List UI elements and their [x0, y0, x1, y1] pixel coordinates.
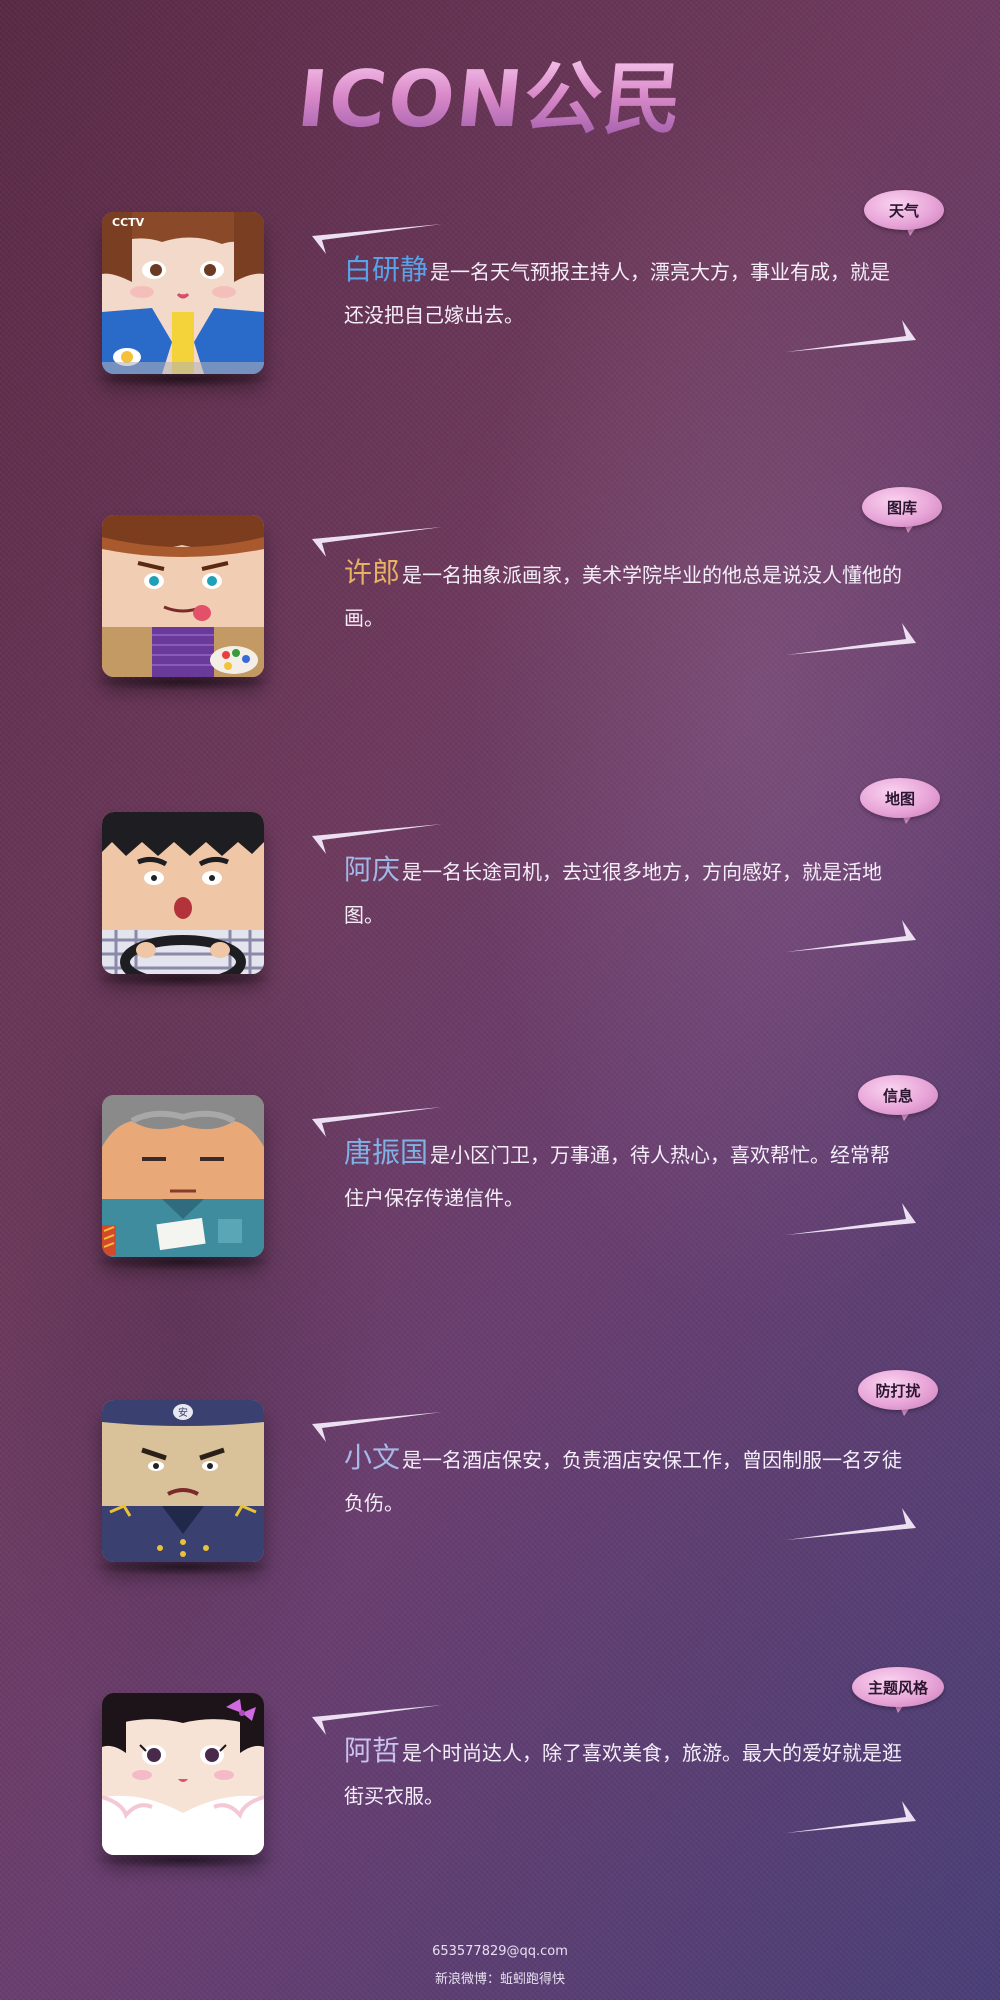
- list-item: 许郎 是一名抽象派画家，美术学院毕业的他总是说没人懂他的画。 图库: [0, 487, 1000, 765]
- bubble-label: 主题风格: [852, 1667, 944, 1707]
- item-name: 白研静: [344, 253, 429, 286]
- fashion-girl-icon[interactable]: [102, 1693, 264, 1855]
- quote-close-icon: [786, 920, 916, 952]
- security-guard-icon[interactable]: 安: [102, 1400, 264, 1562]
- item-name: 许郎: [344, 556, 401, 589]
- item-text: 是一名抽象派画家，美术学院毕业的他总是说没人懂他的画。: [344, 563, 903, 630]
- quote-close-icon: [786, 1508, 916, 1540]
- quote-close-icon: [786, 320, 916, 352]
- category-bubble[interactable]: 信息: [858, 1075, 938, 1121]
- weather-host-icon[interactable]: CCTV: [102, 212, 264, 374]
- list-item: 阿哲 是个时尚达人，除了喜欢美食，旅游。最大的爱好就是逛街买衣服。 主题风格: [0, 1667, 1000, 1943]
- quote-close-icon: [786, 623, 916, 655]
- doorman-icon[interactable]: [102, 1095, 264, 1257]
- bubble-label: 地图: [860, 778, 940, 818]
- quote-close-icon: [786, 1801, 916, 1833]
- painter-icon[interactable]: [102, 515, 264, 677]
- item-name: 唐振国: [344, 1136, 429, 1169]
- list-item: 安 小文 是一名酒店保安，负责酒店安保工作，曾因制服一名歹徒负伤。 防打扰: [0, 1370, 1000, 1650]
- list-item: 唐振国 是小区门卫，万事通，待人热心，喜欢帮忙。经常帮住户保存传递信件。 信息: [0, 1075, 1000, 1345]
- bubble-label: 信息: [858, 1075, 938, 1115]
- item-text: 是一名酒店保安，负责酒店安保工作，曾因制服一名歹徒负伤。: [344, 1448, 903, 1515]
- list-item: 阿庆 是一名长途司机，去过很多地方，方向感好，就是活地图。 地图: [0, 778, 1000, 1062]
- bubble-label: 防打扰: [858, 1370, 938, 1410]
- page-logo: ICON公民: [293, 55, 718, 145]
- footer-email[interactable]: 653577829@qq.com: [0, 1944, 1000, 1959]
- item-name: 阿哲: [344, 1734, 401, 1767]
- category-bubble[interactable]: 天气: [864, 190, 944, 236]
- category-bubble[interactable]: 主题风格: [852, 1667, 944, 1713]
- item-text: 是个时尚达人，除了喜欢美食，旅游。最大的爱好就是逛街买衣服。: [344, 1741, 903, 1808]
- list-item: CCTV 白研静 是一名天气预报主持人，漂亮大方，事业有成，就是还没把自己嫁出去。…: [0, 190, 1000, 462]
- bubble-label: 图库: [862, 487, 942, 527]
- item-name: 小文: [344, 1441, 401, 1474]
- guard-badge: 安: [178, 1406, 188, 1419]
- footer-weibo[interactable]: 新浪微博：蚯蚓跑得快: [0, 1968, 1000, 1987]
- quote-close-icon: [786, 1203, 916, 1235]
- item-name: 阿庆: [344, 853, 401, 886]
- driver-icon[interactable]: [102, 812, 264, 974]
- cctv-badge: CCTV: [112, 216, 145, 229]
- category-bubble[interactable]: 地图: [860, 778, 940, 824]
- category-bubble[interactable]: 图库: [862, 487, 942, 533]
- item-text: 是一名长途司机，去过很多地方，方向感好，就是活地图。: [344, 860, 883, 927]
- bubble-label: 天气: [864, 190, 944, 230]
- category-bubble[interactable]: 防打扰: [858, 1370, 938, 1416]
- logo-text: ICON公民: [293, 55, 689, 145]
